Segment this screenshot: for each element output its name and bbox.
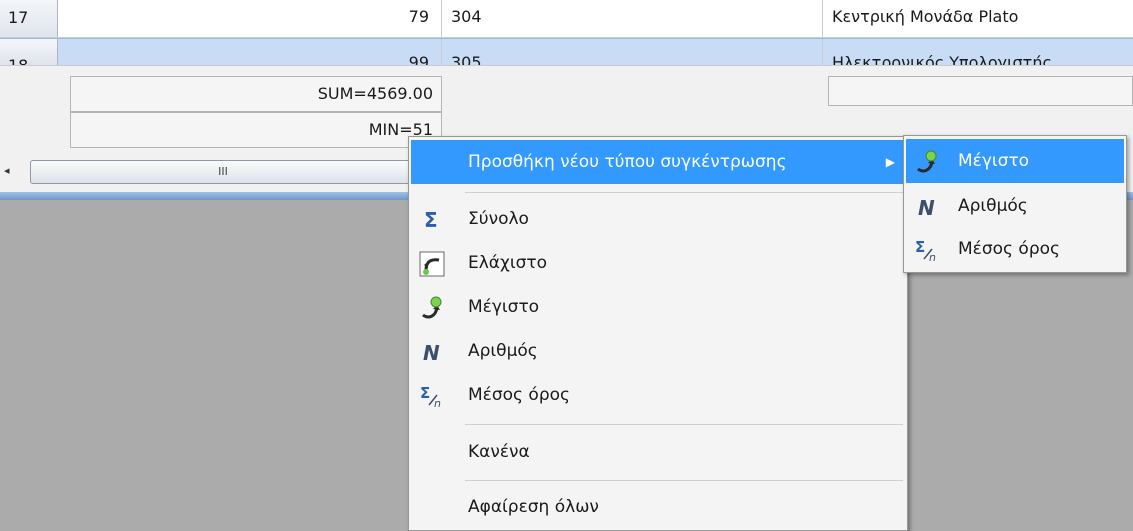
context-menu: Προσθήκη νέου τύπου συγκέντρωσης ▶ Σ Σύν… <box>408 136 908 531</box>
max-icon <box>914 148 940 174</box>
average-icon: Σn <box>914 236 940 264</box>
menu-item-count[interactable]: N Αριθμός <box>411 329 905 373</box>
menu-separator <box>465 192 903 193</box>
description-summary[interactable] <box>828 76 1133 106</box>
min-summary[interactable]: MIN=51 <box>70 112 442 148</box>
menu-item-none[interactable]: Κανένα <box>411 430 905 474</box>
submenu-item-max[interactable]: Μέγιστο <box>906 139 1124 183</box>
max-icon <box>419 294 445 320</box>
description-cell[interactable]: Κεντρική Μονάδα Plato <box>824 0 1133 37</box>
svg-text:Σ: Σ <box>915 238 925 256</box>
sum-summary[interactable]: SUM=4569.00 <box>70 76 442 112</box>
scroll-thumb[interactable]: III <box>30 160 416 184</box>
submenu-arrow-icon: ▶ <box>885 155 895 169</box>
count-icon: N <box>914 193 940 220</box>
menu-item-add-new[interactable]: Προσθήκη νέου τύπου συγκέντρωσης ▶ <box>411 140 905 184</box>
row-header[interactable]: 18 <box>0 39 58 65</box>
menu-separator <box>465 480 903 481</box>
menu-item-label: Αφαίρεση όλων <box>468 497 599 517</box>
menu-item-label: Μέγιστο <box>468 297 540 317</box>
qty-cell[interactable]: 99 <box>70 39 442 65</box>
menu-item-label: Κανένα <box>468 442 530 462</box>
menu-item-remove-all[interactable]: Αφαίρεση όλων <box>411 485 905 529</box>
submenu-item-count[interactable]: N Αριθμός <box>906 184 1124 228</box>
menu-item-average[interactable]: Σn Μέσος όρος <box>411 373 905 417</box>
menu-item-max[interactable]: Μέγιστο <box>411 285 905 329</box>
menu-item-label: Αριθμός <box>468 341 538 361</box>
menu-item-sum[interactable]: Σ Σύνολο <box>411 197 905 241</box>
menu-item-label: Σύνολο <box>468 209 529 229</box>
menu-item-label: Προσθήκη νέου τύπου συγκέντρωσης <box>468 152 787 172</box>
code-cell[interactable]: 304 <box>443 0 823 37</box>
menu-separator <box>465 424 903 425</box>
description-cell[interactable]: Ηλεκτρονικός Υπολογιστής <box>824 39 1133 65</box>
svg-text:N: N <box>423 341 440 365</box>
menu-item-label: Μέσος όρος <box>958 239 1060 259</box>
qty-cell[interactable]: 79 <box>70 0 442 37</box>
submenu-item-average[interactable]: Σn Μέσος όρος <box>906 227 1124 271</box>
svg-text:Σ: Σ <box>420 384 430 402</box>
svg-text:Σ: Σ <box>424 208 438 232</box>
menu-item-label: Αριθμός <box>958 196 1028 216</box>
menu-item-label: Μέσος όρος <box>468 385 570 405</box>
table-row[interactable]: 17 79 304 Κεντρική Μονάδα Plato <box>0 0 1133 38</box>
row-header[interactable]: 17 <box>0 0 58 37</box>
menu-item-label: Μέγιστο <box>958 151 1030 171</box>
submenu: Μέγιστο N Αριθμός Σn Μέσος όρος <box>903 135 1127 273</box>
count-icon: N <box>419 338 445 365</box>
svg-text:n: n <box>434 397 441 409</box>
average-icon: Σn <box>419 382 445 410</box>
table-row-selected[interactable]: 18 99 305 Ηλεκτρονικός Υπολογιστής <box>0 38 1133 66</box>
scroll-left-icon[interactable]: ◂ <box>4 164 18 180</box>
svg-text:N: N <box>918 196 935 220</box>
svg-text:n: n <box>929 251 936 263</box>
sum-icon: Σ <box>419 206 445 232</box>
min-icon <box>419 250 445 277</box>
code-cell[interactable]: 305 <box>443 39 823 65</box>
menu-item-label: Ελάχιστο <box>468 253 547 273</box>
menu-item-min[interactable]: Ελάχιστο <box>411 241 905 285</box>
